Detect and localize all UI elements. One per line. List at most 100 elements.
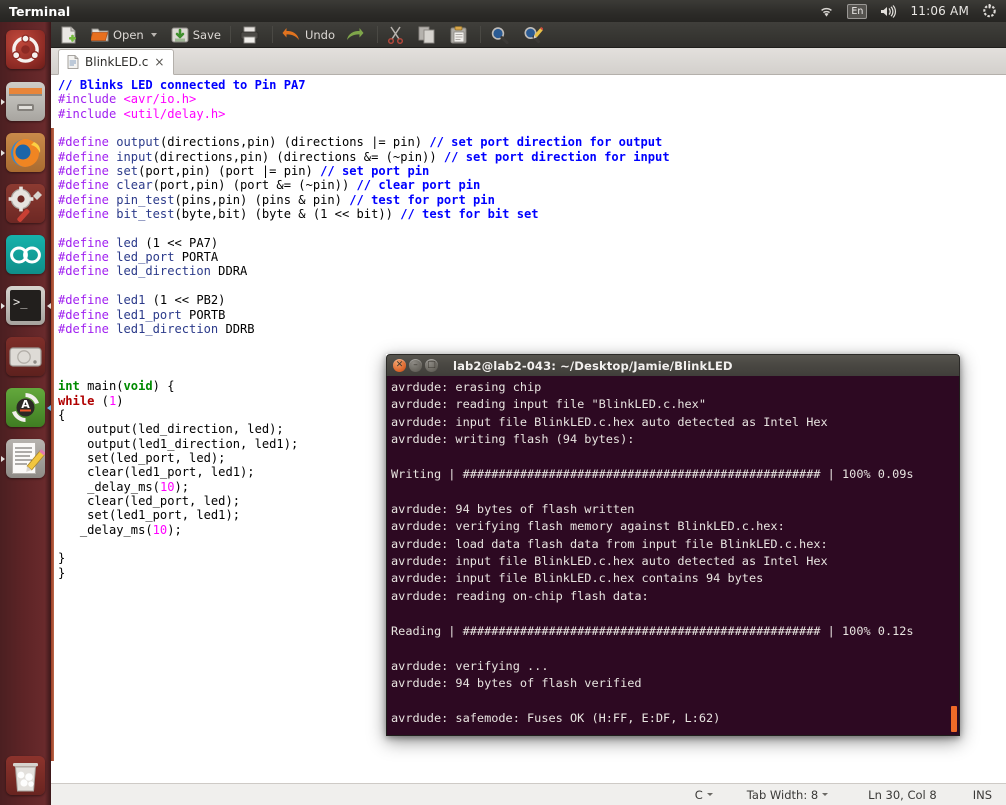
launcher-item-files[interactable] — [0, 76, 51, 127]
cut-button[interactable] — [382, 23, 413, 47]
code-token: #define — [58, 307, 117, 322]
code-token: ) { — [152, 379, 175, 394]
gedit-statusbar: C Tab Width: 8 Ln 30, Col 8 INS — [51, 783, 1006, 805]
tab-width-label: Tab Width: 8 — [746, 787, 819, 802]
paste-button[interactable] — [445, 23, 476, 47]
window-minimize-button[interactable]: – — [409, 359, 422, 372]
code-token: led1 — [116, 293, 146, 308]
panel-clock[interactable]: 11:06 AM — [908, 0, 971, 22]
code-line: #include <util/delay.h> — [58, 107, 1006, 121]
code-line: #define led (1 << PA7) — [58, 236, 1006, 250]
undo-label: Undo — [304, 27, 335, 42]
launcher-item-system-settings[interactable] — [0, 178, 51, 229]
panel-app-title[interactable]: Terminal — [9, 4, 70, 19]
save-button[interactable]: Save — [166, 23, 226, 47]
code-token: #define — [58, 207, 117, 222]
open-button[interactable]: Open — [86, 23, 162, 47]
code-token: output(led_direction, led); — [58, 422, 284, 437]
running-indicator-icon — [1, 455, 5, 462]
terminal-title: lab2@lab2-043: ~/Desktop/Jamie/BlinkLED — [453, 358, 733, 373]
gedit-tabbar: BlinkLED.c × — [51, 48, 1006, 75]
launcher-item-disk-drive[interactable] — [0, 331, 51, 382]
launcher-item-text-editor[interactable] — [0, 433, 51, 484]
code-token: ); — [167, 522, 182, 537]
code-token: #include — [58, 106, 124, 121]
tab-blinkled-c[interactable]: BlinkLED.c × — [58, 49, 175, 75]
code-token: #define — [58, 192, 117, 207]
launcher-item-ubuntu-dash[interactable] — [0, 22, 51, 76]
terminal-window[interactable]: ✕ – □ lab2@lab2-043: ~/Desktop/Jamie/Bli… — [386, 354, 960, 736]
unity-launcher: >_ A — [0, 22, 51, 805]
code-token: #define — [58, 321, 117, 336]
wifi-icon[interactable] — [817, 0, 836, 22]
running-indicator-icon — [1, 302, 5, 309]
insert-mode-label: INS — [972, 787, 992, 802]
launcher-item-trash[interactable] — [0, 750, 51, 801]
code-token: main( — [79, 379, 124, 394]
code-token: #define — [58, 178, 117, 193]
code-line: #define led_direction DDRA — [58, 264, 1006, 278]
launcher-item-software-updater[interactable]: A — [0, 382, 51, 433]
code-token: 10 — [159, 479, 175, 494]
language-selector[interactable]: C — [695, 788, 713, 802]
keyboard-layout-indicator[interactable]: En — [845, 0, 869, 22]
scissors-icon — [387, 26, 404, 44]
new-document-button[interactable] — [55, 23, 86, 47]
window-close-button[interactable]: ✕ — [393, 359, 406, 372]
undo-button[interactable]: Undo — [277, 23, 340, 47]
redo-button[interactable] — [340, 23, 373, 47]
insert-mode-indicator[interactable]: INS — [973, 788, 992, 802]
replace-button[interactable] — [518, 23, 552, 47]
system-menu-icon[interactable] — [980, 0, 999, 22]
tab-width-selector[interactable]: Tab Width: 8 — [746, 787, 829, 802]
search-icon — [491, 26, 509, 44]
language-label: C — [694, 787, 703, 802]
chevron-down-icon[interactable] — [150, 32, 157, 37]
terminal-titlebar[interactable]: ✕ – □ lab2@lab2-043: ~/Desktop/Jamie/Bli… — [386, 354, 960, 376]
code-line: #define output(directions,pin) (directio… — [58, 135, 1006, 149]
code-token: // test for port pin — [349, 192, 495, 207]
code-token: bit_test — [116, 207, 175, 222]
running-indicator-icon — [1, 149, 5, 156]
copy-button[interactable] — [413, 23, 445, 47]
cursor-position-label: Ln 30, Col 8 — [868, 787, 937, 802]
code-token: set(led1_port, led1); — [58, 508, 241, 523]
code-line: #define bit_test(byte,bit) (byte & (1 <<… — [58, 207, 1006, 221]
tab-close-icon[interactable]: × — [154, 56, 164, 68]
code-token: clear — [116, 178, 153, 193]
launcher-item-arduino-ide[interactable] — [0, 229, 51, 280]
code-token: led1_direction — [116, 321, 219, 336]
code-token: } — [58, 551, 66, 566]
code-token: led_port — [116, 250, 175, 265]
code-token: PORTB — [181, 307, 226, 322]
code-line: #define input(directions,pin) (direction… — [58, 150, 1006, 164]
volume-icon[interactable] — [878, 0, 899, 22]
tab-title: BlinkLED.c — [85, 55, 149, 69]
print-button[interactable] — [235, 23, 268, 47]
code-line: #define set(port,pin) (port |= pin) // s… — [58, 164, 1006, 178]
code-token: (directions,pin) (directions &= (~pin)) — [152, 149, 444, 164]
terminal-output: avrdude: erasing chip avrdude: reading i… — [391, 379, 959, 735]
code-token: // set port direction for input — [443, 149, 670, 164]
panel-indicators: En 11:06 AM — [817, 0, 1006, 22]
code-token: ); — [174, 479, 190, 494]
code-token: led1_port — [116, 307, 182, 322]
code-token: <avr/io.h> — [123, 92, 197, 107]
toolbar-separator — [271, 26, 273, 43]
code-line: #define led1_port PORTB — [58, 308, 1006, 322]
terminal-body[interactable]: avrdude: erasing chip avrdude: reading i… — [386, 376, 960, 736]
launcher-item-terminal[interactable]: >_ — [0, 280, 51, 331]
find-button[interactable] — [485, 23, 518, 47]
save-label: Save — [192, 27, 221, 42]
code-token: #define — [58, 149, 117, 164]
launcher-item-firefox[interactable] — [0, 127, 51, 178]
window-maximize-button[interactable]: □ — [425, 359, 438, 372]
code-token: // set port pin — [320, 164, 430, 179]
code-token: #define — [58, 164, 117, 179]
code-token: (port,pin) (port |= pin) — [138, 164, 321, 179]
terminal-scrollbar[interactable] — [951, 706, 957, 732]
cursor-position: Ln 30, Col 8 — [868, 788, 937, 802]
